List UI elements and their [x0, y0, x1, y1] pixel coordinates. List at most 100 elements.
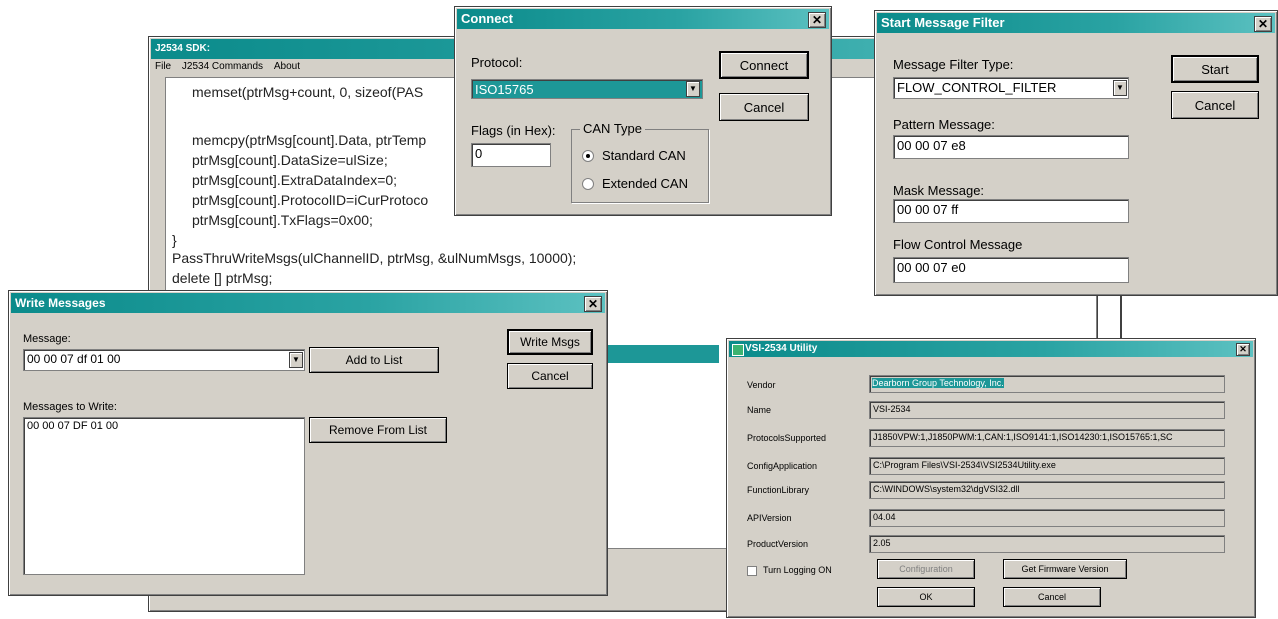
name-value: VSI-2534	[873, 404, 911, 414]
filter-type-value: FLOW_CONTROL_FILTER	[897, 80, 1057, 95]
code-line: memcpy(ptrMsg[count].Data, ptrTemp	[192, 132, 427, 148]
can-type-group: CAN Type Standard CAN Extended CAN	[571, 121, 709, 203]
logging-checkbox[interactable]	[747, 566, 757, 576]
protocols-label: ProtocolsSupported	[747, 433, 827, 443]
mask-input[interactable]: 00 00 07 ff	[893, 199, 1129, 223]
ok-label: OK	[919, 592, 933, 602]
message-input[interactable]: 00 00 07 df 01 00	[23, 349, 305, 371]
flags-label: Flags (in Hex):	[471, 123, 556, 138]
configuration-button[interactable]: Configuration	[877, 559, 975, 579]
chevron-down-icon[interactable]: ▼	[1113, 80, 1127, 96]
message-value: 00 00 07 df 01 00	[27, 352, 121, 366]
menu-j2534-commands[interactable]: J2534 Commands	[182, 61, 263, 72]
vendor-value: Dearborn Group Technology, Inc.	[872, 378, 1004, 388]
utility-dialog: VSI-2534 Utility ✕ Vendor Dearborn Group…	[726, 338, 1256, 618]
connect-title: Connect	[461, 11, 513, 26]
extended-can-radio[interactable]	[582, 178, 594, 190]
add-to-list-label: Add to List	[345, 353, 403, 367]
code-line: ptrMsg[count].ExtraDataIndex=0;	[192, 172, 398, 188]
messages-to-write-label: Messages to Write:	[23, 401, 117, 413]
can-type-label: CAN Type	[580, 121, 646, 136]
product-version-value-box: 2.05	[869, 535, 1225, 553]
add-to-list-button[interactable]: Add to List	[309, 347, 439, 373]
chevron-down-icon[interactable]: ▼	[289, 352, 303, 368]
vendor-value-box: Dearborn Group Technology, Inc.	[869, 375, 1225, 393]
filter-type-label: Message Filter Type:	[893, 57, 1014, 72]
flow-input[interactable]: 00 00 07 e0	[893, 257, 1129, 283]
configuration-label: Configuration	[899, 564, 953, 574]
flags-value: 0	[475, 146, 483, 161]
cancel-button-label: Cancel	[1194, 97, 1236, 113]
menu-file[interactable]: File	[155, 61, 171, 72]
close-icon[interactable]: ✕	[584, 296, 602, 312]
protocol-label: Protocol:	[471, 55, 523, 70]
code-line: ptrMsg[count].TxFlags=0x00;	[192, 212, 373, 228]
remove-from-list-button[interactable]: Remove From List	[309, 417, 447, 443]
cancel-button-label: Cancel	[1037, 592, 1066, 602]
divider	[1120, 294, 1122, 344]
ok-button[interactable]: OK	[877, 587, 975, 607]
standard-can-label[interactable]: Standard CAN	[602, 148, 686, 163]
code-line: }	[172, 232, 177, 248]
mask-value: 00 00 07 ff	[897, 202, 959, 217]
pattern-label: Pattern Message:	[893, 117, 995, 132]
config-app-label: ConfigApplication	[747, 461, 818, 471]
connect-dialog: Connect ✕ Protocol: ISO15765 ▼ Flags (in…	[454, 6, 832, 216]
protocols-value-box: J1850VPW:1,J1850PWM:1,CAN:1,ISO9141:1,IS…	[869, 429, 1225, 447]
product-version-label: ProductVersion	[747, 539, 809, 549]
filter-cancel-button[interactable]: Cancel	[1171, 91, 1259, 119]
write-titlebar: Write Messages ✕	[11, 293, 605, 313]
write-msgs-label: Write Msgs	[520, 335, 580, 349]
api-version-value: 04.04	[873, 512, 896, 522]
close-icon[interactable]: ✕	[808, 12, 826, 28]
chevron-down-icon[interactable]: ▼	[686, 81, 700, 97]
messages-list[interactable]: 00 00 07 DF 01 00	[23, 417, 305, 575]
connect-button[interactable]: Connect	[719, 51, 809, 79]
flow-value: 00 00 07 e0	[897, 260, 966, 275]
vendor-label: Vendor	[747, 380, 776, 390]
protocol-select[interactable]: ISO15765	[471, 79, 703, 99]
write-messages-dialog: Write Messages ✕ Message: 00 00 07 df 01…	[8, 290, 608, 596]
start-button-label: Start	[1201, 61, 1229, 77]
pattern-value: 00 00 07 e8	[897, 138, 966, 153]
start-button[interactable]: Start	[1171, 55, 1259, 83]
filter-titlebar: Start Message Filter ✕	[877, 13, 1275, 33]
code-line: ptrMsg[count].DataSize=ulSize;	[192, 152, 388, 168]
flags-input[interactable]: 0	[471, 143, 551, 167]
connect-cancel-button[interactable]: Cancel	[719, 93, 809, 121]
flow-label: Flow Control Message	[893, 237, 1023, 252]
standard-can-radio[interactable]	[582, 150, 594, 162]
function-library-value-box: C:\WINDOWS\system32\dgVSI32.dll	[869, 481, 1225, 499]
utility-cancel-button[interactable]: Cancel	[1003, 587, 1101, 607]
mask-label: Mask Message:	[893, 183, 985, 198]
name-label: Name	[747, 405, 772, 415]
close-icon[interactable]: ✕	[1236, 343, 1250, 356]
pattern-input[interactable]: 00 00 07 e8	[893, 135, 1129, 159]
list-item[interactable]: 00 00 07 DF 01 00	[27, 420, 301, 432]
filter-dialog: Start Message Filter ✕ Message Filter Ty…	[874, 10, 1278, 296]
cancel-button-label: Cancel	[531, 369, 569, 383]
app-icon	[732, 344, 744, 356]
message-label: Message:	[23, 333, 71, 345]
extended-can-label[interactable]: Extended CAN	[602, 176, 688, 191]
name-value-box: VSI-2534	[869, 401, 1225, 419]
config-app-value: C:\Program Files\VSI-2534\VSI2534Utility…	[873, 460, 1056, 470]
sdk-title: J2534 SDK:	[155, 43, 211, 54]
api-version-value-box: 04.04	[869, 509, 1225, 527]
sdk-menubar: File J2534 Commands About	[153, 59, 300, 75]
connect-button-label: Connect	[739, 57, 789, 73]
get-firmware-button[interactable]: Get Firmware Version	[1003, 559, 1127, 579]
filter-type-select[interactable]: FLOW_CONTROL_FILTER	[893, 77, 1129, 99]
write-msgs-button[interactable]: Write Msgs	[507, 329, 593, 355]
filter-title: Start Message Filter	[881, 15, 1005, 30]
cancel-button-label: Cancel	[743, 99, 785, 115]
code-line: delete [] ptrMsg;	[172, 270, 273, 286]
write-cancel-button[interactable]: Cancel	[507, 363, 593, 389]
utility-titlebar: VSI-2534 Utility ✕	[729, 341, 1253, 357]
code-line: PassThruWriteMsgs(ulChannelID, ptrMsg, &…	[172, 250, 577, 266]
close-icon[interactable]: ✕	[1254, 16, 1272, 32]
menu-about[interactable]: About	[274, 61, 300, 72]
api-version-label: APIVersion	[747, 513, 792, 523]
code-line: ptrMsg[count].ProtocolID=iCurProtoco	[192, 192, 429, 208]
logging-label[interactable]: Turn Logging ON	[763, 565, 832, 575]
